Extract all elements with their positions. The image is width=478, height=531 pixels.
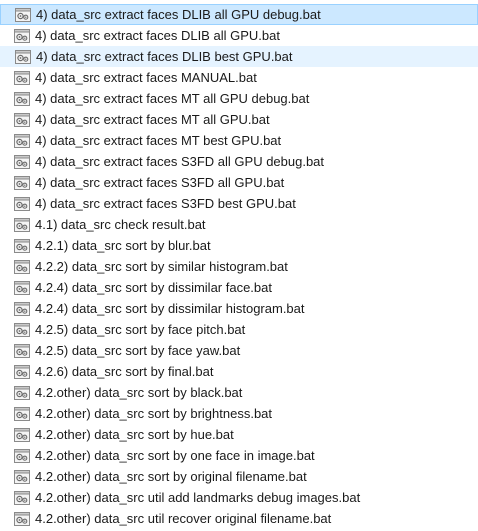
file-row[interactable]: 4) data_src extract faces S3FD best GPU.… <box>0 193 478 214</box>
file-row[interactable]: 4.2.other) data_src sort by hue.bat <box>0 424 478 445</box>
batch-file-icon <box>14 217 30 232</box>
file-name: 4.2.other) data_src util add landmarks d… <box>35 490 361 505</box>
batch-file-icon <box>14 385 30 400</box>
file-name: 4) data_src extract faces DLIB all GPU d… <box>36 7 321 22</box>
file-name: 4.2.5) data_src sort by face pitch.bat <box>35 322 246 337</box>
file-name: 4.2.6) data_src sort by final.bat <box>35 364 214 379</box>
file-name: 4.2.other) data_src sort by original fil… <box>35 469 307 484</box>
file-row[interactable]: 4.2.4) data_src sort by dissimilar histo… <box>0 298 478 319</box>
file-name: 4.2.other) data_src sort by one face in … <box>35 448 315 463</box>
file-row[interactable]: 4) data_src extract faces MT all GPU deb… <box>0 88 478 109</box>
batch-file-icon <box>14 28 30 43</box>
batch-file-icon <box>15 49 31 64</box>
batch-file-icon <box>14 154 30 169</box>
batch-file-icon <box>14 196 30 211</box>
batch-file-icon <box>14 133 30 148</box>
batch-file-icon <box>14 112 30 127</box>
file-row[interactable]: 4) data_src extract faces MT all GPU.bat <box>0 109 478 130</box>
file-row[interactable]: 4.2.1) data_src sort by blur.bat <box>0 235 478 256</box>
batch-file-icon <box>14 406 30 421</box>
file-row[interactable]: 4.2.other) data_src sort by original fil… <box>0 466 478 487</box>
batch-file-icon <box>15 7 31 22</box>
file-name: 4) data_src extract faces MT best GPU.ba… <box>35 133 282 148</box>
file-name: 4) data_src extract faces S3FD all GPU.b… <box>35 175 285 190</box>
file-name: 4.2.1) data_src sort by blur.bat <box>35 238 211 253</box>
batch-file-icon <box>14 70 30 85</box>
batch-file-icon <box>14 469 30 484</box>
batch-file-icon <box>14 322 30 337</box>
file-name: 4.2.4) data_src sort by dissimilar face.… <box>35 280 272 295</box>
file-row[interactable]: 4) data_src extract faces DLIB all GPU.b… <box>0 25 478 46</box>
file-row[interactable]: 4) data_src extract faces MT best GPU.ba… <box>0 130 478 151</box>
batch-file-icon <box>14 238 30 253</box>
file-name: 4) data_src extract faces MT all GPU deb… <box>35 91 310 106</box>
batch-file-icon <box>14 259 30 274</box>
batch-file-icon <box>14 280 30 295</box>
file-row[interactable]: 4.2.6) data_src sort by final.bat <box>0 361 478 382</box>
batch-file-icon <box>14 511 30 526</box>
batch-file-icon <box>14 91 30 106</box>
file-name: 4) data_src extract faces MANUAL.bat <box>35 70 257 85</box>
file-name: 4.2.other) data_src sort by black.bat <box>35 385 243 400</box>
file-row[interactable]: 4.2.other) data_src sort by black.bat <box>0 382 478 403</box>
file-name: 4.2.other) data_src util recover origina… <box>35 511 332 526</box>
file-row[interactable]: 4.2.other) data_src util recover origina… <box>0 508 478 529</box>
file-row[interactable]: 4) data_src extract faces S3FD all GPU.b… <box>0 172 478 193</box>
file-name: 4.2.other) data_src sort by hue.bat <box>35 427 234 442</box>
batch-file-icon <box>14 301 30 316</box>
batch-file-icon <box>14 343 30 358</box>
file-name: 4.2.2) data_src sort by similar histogra… <box>35 259 288 274</box>
file-row[interactable]: 4.2.4) data_src sort by dissimilar face.… <box>0 277 478 298</box>
file-name: 4.2.other) data_src sort by brightness.b… <box>35 406 273 421</box>
file-name: 4.1) data_src check result.bat <box>35 217 206 232</box>
file-name: 4) data_src extract faces S3FD best GPU.… <box>35 196 296 211</box>
file-row[interactable]: 4.2.2) data_src sort by similar histogra… <box>0 256 478 277</box>
file-row[interactable]: 4.1) data_src check result.bat <box>0 214 478 235</box>
file-row[interactable]: 4.2.other) data_src util add landmarks d… <box>0 487 478 508</box>
file-row[interactable]: 4) data_src extract faces S3FD all GPU d… <box>0 151 478 172</box>
batch-file-icon <box>14 175 30 190</box>
file-name: 4.2.4) data_src sort by dissimilar histo… <box>35 301 305 316</box>
file-row[interactable]: 4) data_src extract faces MANUAL.bat <box>0 67 478 88</box>
batch-file-icon <box>14 490 30 505</box>
batch-file-icon <box>14 427 30 442</box>
file-row[interactable]: 4.2.5) data_src sort by face pitch.bat <box>0 319 478 340</box>
file-name: 4.2.5) data_src sort by face yaw.bat <box>35 343 241 358</box>
file-name: 4) data_src extract faces DLIB best GPU.… <box>36 49 293 64</box>
file-name: 4) data_src extract faces S3FD all GPU d… <box>35 154 325 169</box>
file-row[interactable]: 4) data_src extract faces DLIB best GPU.… <box>0 46 478 67</box>
file-row[interactable]: 4) data_src extract faces DLIB all GPU d… <box>0 4 478 25</box>
file-name: 4) data_src extract faces DLIB all GPU.b… <box>35 28 280 43</box>
list-top-edge <box>0 0 478 3</box>
batch-file-icon <box>14 448 30 463</box>
batch-file-icon <box>14 364 30 379</box>
file-row[interactable]: 4.2.5) data_src sort by face yaw.bat <box>0 340 478 361</box>
file-row[interactable]: 4.2.other) data_src sort by one face in … <box>0 445 478 466</box>
file-row[interactable]: 4.2.other) data_src sort by brightness.b… <box>0 403 478 424</box>
file-list: 4) data_src extract faces DLIB all GPU d… <box>0 0 478 531</box>
file-name: 4) data_src extract faces MT all GPU.bat <box>35 112 270 127</box>
